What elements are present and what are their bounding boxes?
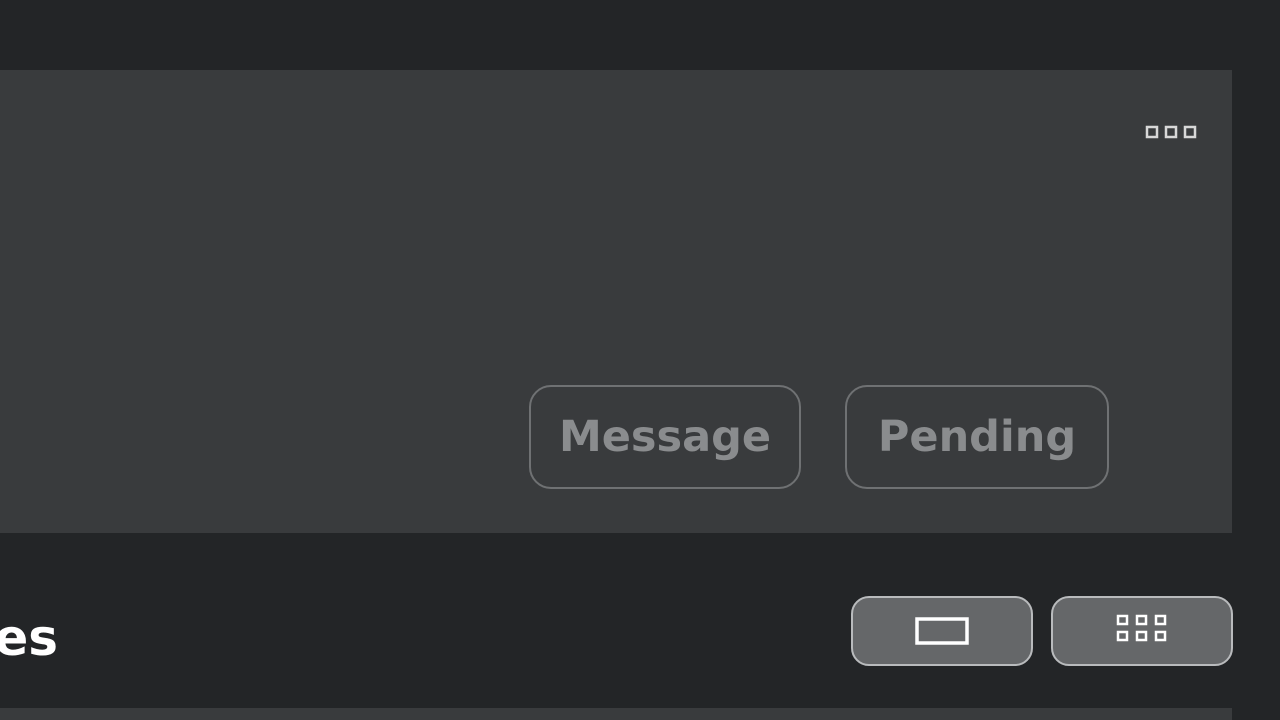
grid-view-toggle[interactable]: [1051, 596, 1233, 666]
more-options-button[interactable]: [1138, 118, 1204, 146]
message-button[interactable]: Message: [529, 385, 801, 489]
content-panel-top-edge: [0, 708, 1232, 720]
section-title-text: es: [0, 609, 58, 667]
pending-button[interactable]: Pending: [845, 385, 1109, 489]
section-title: es: [0, 608, 200, 668]
grid-view-icon: [1116, 614, 1167, 642]
more-dots-icon: [1145, 125, 1197, 139]
single-card-view-icon: [915, 617, 969, 645]
profile-page: Message Pending es: [0, 0, 1280, 720]
single-view-toggle[interactable]: [851, 596, 1033, 666]
